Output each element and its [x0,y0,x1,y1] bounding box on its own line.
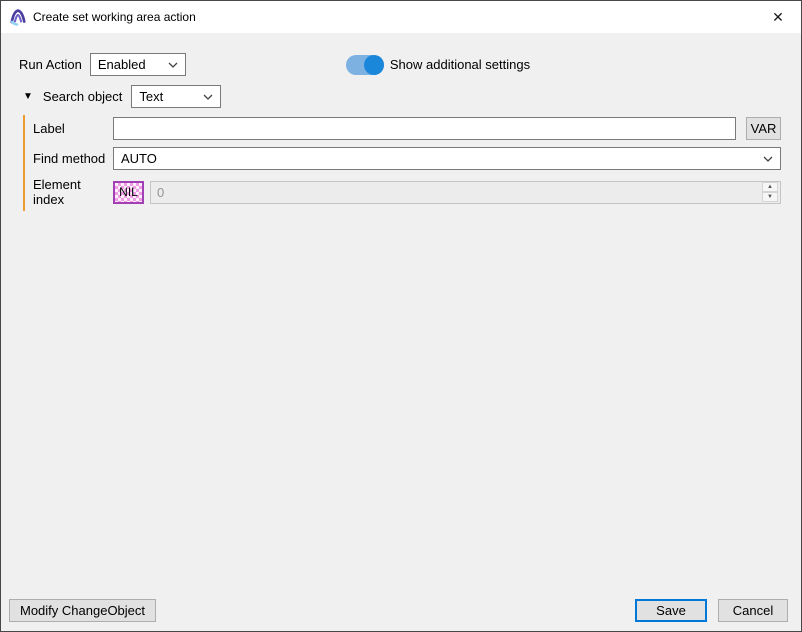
app-logo-icon [9,8,27,26]
find-method-row: Find method AUTO [33,147,781,170]
spin-down-button[interactable]: ▼ [762,192,778,202]
search-object-type-select[interactable]: Text [131,85,221,108]
additional-settings-control: Show additional settings [346,55,530,75]
label-field-row: Label VAR [33,117,781,140]
toggle-knob [364,55,384,75]
element-index-label: Element index [33,177,113,207]
find-method-value: AUTO [121,151,757,166]
nil-badge[interactable]: NIL [113,181,144,204]
search-object-header: ▼ Search object Text [19,85,781,108]
cancel-button[interactable]: Cancel [718,599,788,622]
element-index-input[interactable] [151,182,762,203]
spin-up-button[interactable]: ▲ [762,182,778,192]
titlebar: Create set working area action ✕ [1,1,801,33]
dialog-content: Run Action Enabled Show additional setti… [1,33,801,211]
search-object-type-value: Text [139,89,197,104]
search-object-label: Search object [43,89,123,104]
save-button[interactable]: Save [635,599,707,622]
find-method-label: Find method [33,151,113,166]
show-additional-settings-toggle[interactable] [346,55,384,75]
close-button[interactable]: ✕ [755,1,801,33]
chevron-down-icon [168,62,178,68]
label-field-label: Label [33,121,113,136]
label-input[interactable] [113,117,736,140]
var-button[interactable]: VAR [746,117,781,140]
run-action-select[interactable]: Enabled [90,53,186,76]
close-icon: ✕ [772,9,784,26]
run-action-row: Run Action Enabled Show additional setti… [19,53,781,76]
search-object-fields: Label VAR Find method AUTO Element index… [23,115,781,211]
run-action-value: Enabled [98,57,162,72]
show-additional-settings-label: Show additional settings [390,57,530,72]
collapse-arrow-icon[interactable]: ▼ [23,92,33,102]
window-title: Create set working area action [33,10,196,24]
modify-changeobject-button[interactable]: Modify ChangeObject [9,599,156,622]
find-method-select[interactable]: AUTO [113,147,781,170]
spinner-buttons: ▲ ▼ [762,182,778,202]
dialog-footer: Modify ChangeObject Save Cancel [1,599,801,631]
element-index-row: Element index NIL ▲ ▼ [33,177,781,207]
chevron-down-icon [763,156,773,162]
run-action-label: Run Action [19,57,82,72]
dialog-window: Create set working area action ✕ Run Act… [0,0,802,632]
chevron-down-icon [203,94,213,100]
element-index-spinner: ▲ ▼ [150,181,781,204]
